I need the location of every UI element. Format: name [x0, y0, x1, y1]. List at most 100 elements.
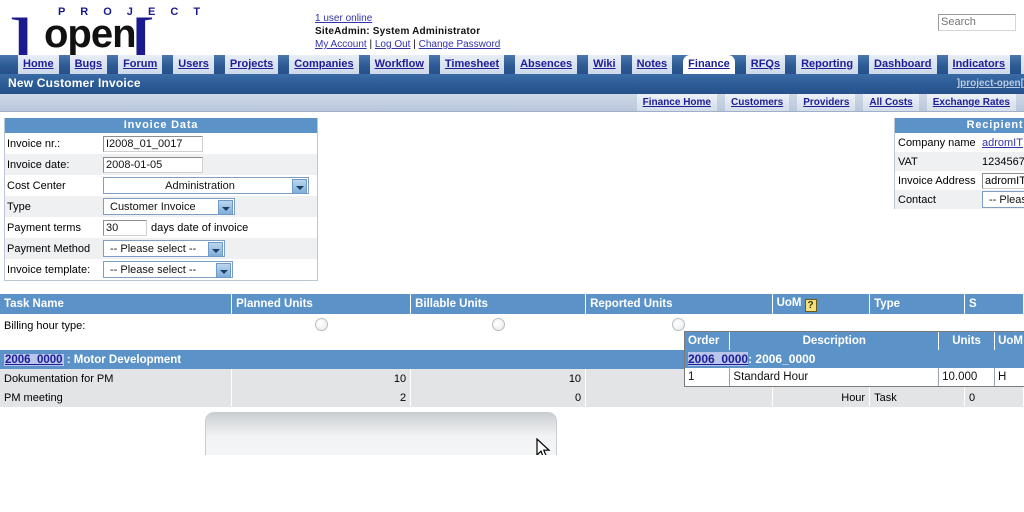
project-id-link[interactable]: 2006_0000 [4, 353, 64, 366]
task-cell-billable: 10 [410, 369, 587, 388]
invoice-input-invoice-nr-[interactable] [103, 135, 203, 152]
invoice-select-payment-method[interactable]: -- Please select -- [103, 240, 225, 257]
invoice-form-row: Invoice nr.: [5, 133, 317, 154]
task-column-header-task-name[interactable]: Task Name [0, 294, 233, 314]
nav-tab-separator [859, 55, 870, 74]
nav-tab-companies[interactable]: Companies [289, 55, 359, 74]
invoice-select-type[interactable]: Customer Invoice [103, 198, 235, 215]
nav-tab-indicators[interactable]: Indicators [947, 55, 1011, 74]
invoice-field-label: Payment terms [5, 217, 101, 238]
popup-cell-uom: H [994, 368, 1024, 386]
task-column-header-billable-units[interactable]: Billable Units [410, 294, 587, 314]
nav-tab-timesheet[interactable]: Timesheet [439, 55, 505, 74]
chevron-down-icon[interactable] [292, 179, 307, 194]
popup-row[interactable]: 1 Standard Hour 10.000 H [685, 368, 1024, 386]
chevron-down-icon[interactable] [208, 242, 223, 257]
nav-tab-projects[interactable]: Projects [224, 55, 279, 74]
task-cell-reported [585, 388, 773, 407]
nav-tab-home[interactable]: Home [18, 55, 59, 74]
recipient-invoice-address-input[interactable] [982, 172, 1024, 189]
invoice-field-value-cell: -- Please select -- [101, 238, 317, 259]
nav-tab-reporting[interactable]: Reporting [796, 55, 859, 74]
recipient-company-link[interactable]: adromIT [982, 137, 1023, 149]
radio-button-planned[interactable] [314, 318, 328, 331]
task-cell-planned: 10 [231, 369, 412, 388]
invoice-input-payment-terms[interactable] [103, 219, 147, 236]
nav-tab-forum[interactable]: Forum [118, 55, 163, 74]
users-online-link[interactable]: 1 user online [315, 13, 372, 24]
subnav-providers[interactable]: Providers [797, 94, 856, 111]
popup-column-header-units[interactable]: Units [938, 332, 996, 350]
log-out-link[interactable]: Log Out [375, 39, 411, 50]
nav-tab-finance[interactable]: Finance [683, 55, 735, 74]
task-column-header-reported-units[interactable]: Reported Units [585, 294, 773, 314]
invoice-field-value-cell [101, 133, 317, 154]
popup-group-cell: 2006_0000: 2006_0000 [685, 350, 1024, 368]
task-cell-s: 0 [964, 388, 1024, 407]
search-input[interactable] [938, 13, 1016, 31]
invoice-select-invoice-template-[interactable]: -- Please select -- [103, 261, 233, 278]
invoice-data-panel: Invoice Data Invoice nr.:Invoice date:Co… [4, 118, 318, 281]
finance-subnavigation: Finance Home Customers Providers All Costs E… [0, 94, 1024, 112]
account-link-separator-1: | [369, 39, 373, 50]
nav-tab-dashboard[interactable]: Dashboard [869, 55, 937, 74]
popup-cell-order: 1 [685, 368, 731, 386]
popup-cell-units: 10.000 [938, 368, 996, 386]
search-area [938, 12, 1024, 31]
recipient-vat-value: 12345678 [979, 152, 1024, 171]
task-cell-planned: 2 [231, 388, 412, 407]
nav-tab-notes[interactable]: Notes [631, 55, 673, 74]
nav-tab-separator [279, 55, 290, 74]
column-header-label: Billable Units [415, 298, 488, 310]
subnav-exchange-rates[interactable]: Exchange Rates [926, 94, 1016, 111]
popup-column-header-description[interactable]: Description [729, 332, 940, 350]
change-password-link[interactable]: Change Password [419, 39, 501, 50]
task-cell-billable: 0 [410, 388, 587, 407]
subnav-finance-home[interactable]: Finance Home [636, 94, 717, 111]
nav-tab-workflow[interactable]: Workflow [369, 55, 429, 74]
nav-tab-separator [735, 55, 746, 74]
recipient-field-value-cell [979, 171, 1024, 190]
invoice-form-row: Payment Method -- Please select -- [5, 238, 317, 259]
chevron-down-icon[interactable] [216, 263, 231, 278]
task-column-header-s[interactable]: S [964, 294, 1024, 314]
nav-tab-absences[interactable]: Absences [515, 55, 578, 74]
radio-button-billable[interactable] [491, 318, 505, 331]
task-cell-task-name: PM meeting [0, 388, 233, 407]
popup-project-link[interactable]: 2006_0000 [688, 352, 749, 366]
users-online-line: 1 user online [315, 12, 500, 25]
breadcrumb[interactable]: ]project-open[ [957, 78, 1024, 89]
invoice-field-value-cell: Administration [101, 175, 317, 196]
nav-tab-separator [108, 55, 119, 74]
popup-column-header-order[interactable]: Order [685, 332, 731, 350]
task-row[interactable]: PM meeting 2 0 Hour Task 0 [0, 388, 1024, 407]
bottom-rounded-panel [205, 412, 557, 455]
task-column-header-uom[interactable]: UoM? [772, 294, 871, 314]
nav-tab-wiki[interactable]: Wiki [588, 55, 621, 74]
recipient-field-value-cell: -- Please select -- [979, 190, 1024, 209]
price-list-popup: Order Description Units UoM 2006_0000: 2006… [684, 331, 1024, 387]
chevron-down-icon[interactable] [218, 200, 233, 215]
task-column-header-planned-units[interactable]: Planned Units [231, 294, 412, 314]
invoice-form-row: Invoice date: [5, 154, 317, 175]
recipient-row: Contact -- Please select -- [895, 190, 1024, 209]
subnav-all-costs[interactable]: All Costs [863, 94, 919, 111]
nav-tab-bugs[interactable]: Bugs [69, 55, 108, 74]
recipient-field-label: Invoice Address [895, 171, 979, 190]
project-open-logo[interactable]: ] P R O J E C T open [ [6, 2, 266, 67]
invoice-input-invoice-date-[interactable] [103, 156, 203, 173]
select-value: -- Please select -- [110, 264, 197, 276]
recipient-field-label: Contact [895, 190, 979, 209]
recipient-contact-select[interactable]: -- Please select -- [982, 191, 1024, 208]
nav-tab-rfqs[interactable]: RFQs [745, 55, 786, 74]
my-account-link[interactable]: My Account [315, 39, 367, 50]
radio-button-reported[interactable] [672, 318, 686, 331]
help-icon[interactable]: ? [804, 298, 817, 312]
task-column-header-type[interactable]: Type [869, 294, 965, 314]
column-header-label: S [968, 298, 977, 310]
nav-tab-users[interactable]: Users [173, 55, 214, 74]
subnav-customers[interactable]: Customers [725, 94, 790, 111]
below-fold-area [0, 455, 1024, 512]
invoice-select-cost-center[interactable]: Administration [103, 177, 309, 194]
popup-column-header-uom[interactable]: UoM [994, 332, 1024, 350]
